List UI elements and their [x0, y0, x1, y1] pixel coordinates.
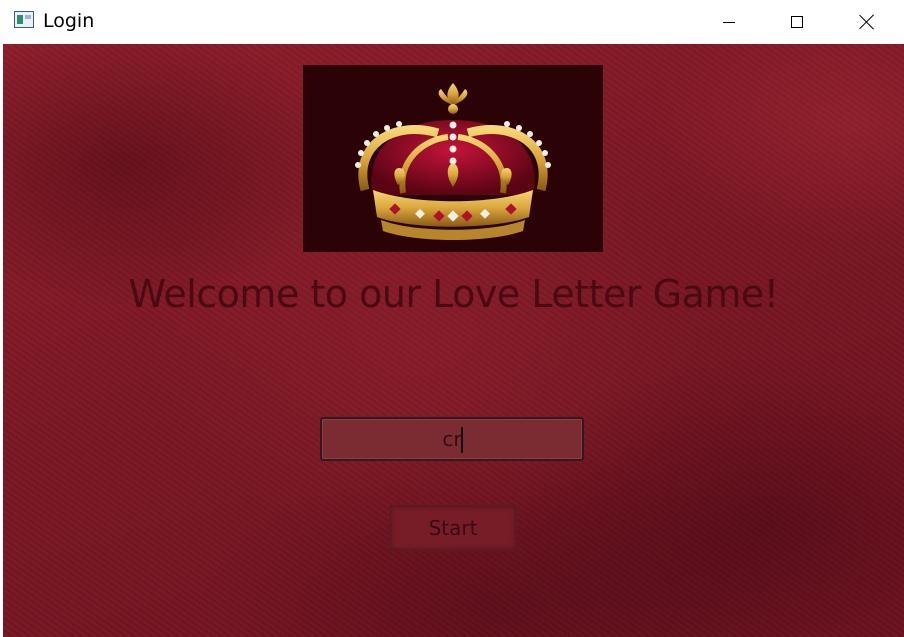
minimize-button[interactable]: [706, 0, 752, 44]
welcome-heading: Welcome to our Love Letter Game!: [128, 272, 779, 316]
app-window-icon: [14, 11, 34, 28]
maximize-icon: [791, 16, 803, 28]
window-title: Login: [43, 10, 95, 32]
username-input[interactable]: [320, 417, 584, 461]
login-content: Welcome to our Love Letter Game! Start: [3, 44, 904, 637]
start-button[interactable]: Start: [389, 505, 517, 551]
crown-icon: [355, 83, 551, 240]
maximize-button[interactable]: [774, 0, 820, 44]
minimize-icon: [723, 21, 735, 23]
close-button[interactable]: [844, 0, 890, 44]
text-caret: [461, 427, 463, 453]
crown-logo: [303, 65, 603, 252]
title-bar: Login: [0, 0, 904, 44]
login-window: Login Welcome to our Love Letter Game! c…: [0, 0, 904, 637]
close-icon: [859, 14, 875, 30]
